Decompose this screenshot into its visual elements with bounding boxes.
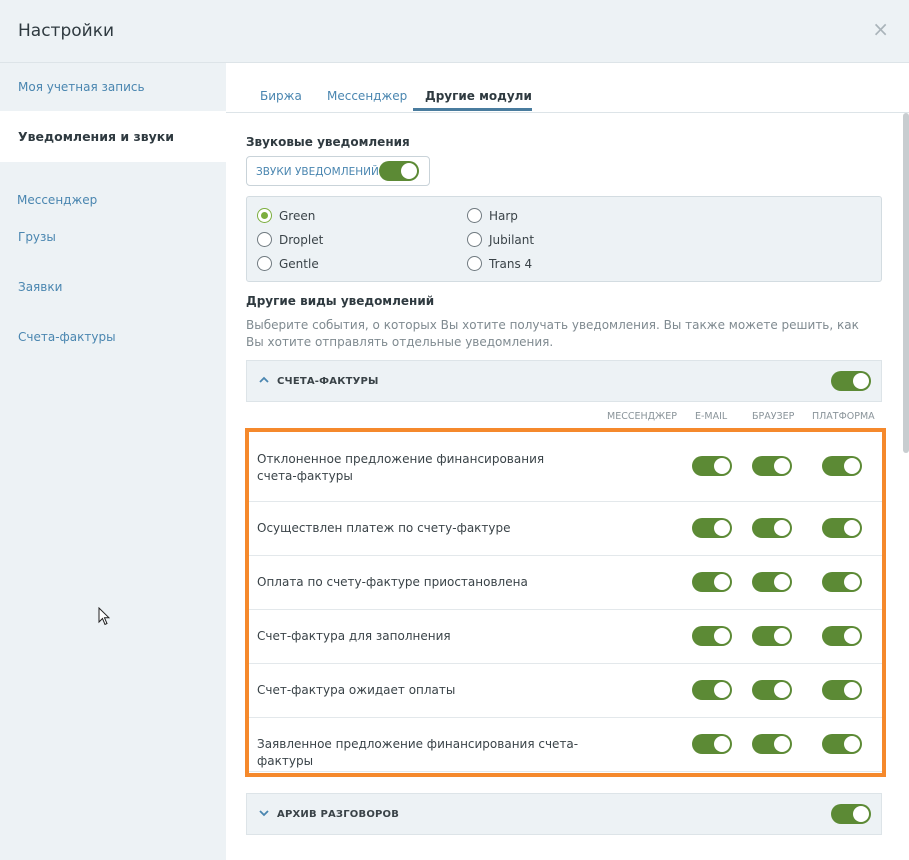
table-row: Счет-фактура для заполнения [249,610,882,664]
table-row: Отклоненное предложение финансирования с… [249,432,882,502]
radio-trans4[interactable] [467,256,482,271]
invoices-group-title: СЧЕТА-ФАКТУРЫ [277,376,379,387]
platform-toggle[interactable] [822,734,862,754]
row-label: Отклоненное предложение финансирования с… [257,452,545,483]
sidebar-item-messenger[interactable]: Мессенджер [0,193,226,207]
other-section-title: Другие виды уведомлений [246,294,435,308]
archive-group-header[interactable]: АРХИВ РАЗГОВОРОВ [246,793,882,835]
other-section-description: Выберите события, о которых Вы хотите по… [246,318,859,349]
sidebar-item-requests[interactable]: Заявки [0,280,226,294]
invoices-group-header[interactable]: СЧЕТА-ФАКТУРЫ [246,360,882,402]
table-row: Заявленное предложение финансирования сч… [249,718,882,772]
platform-toggle[interactable] [822,626,862,646]
table-row: Счет-фактура ожидает оплаты [249,664,882,718]
active-tab-indicator [413,108,532,111]
tab-exchange[interactable]: Биржа [260,89,302,103]
radio-droplet[interactable] [257,232,272,247]
sidebar: Моя учетная запись Уведомления и звуки М… [0,63,226,860]
sound-section-title: Звуковые уведомления [246,135,410,149]
row-label: Заявленное предложение финансирования сч… [257,737,579,768]
email-toggle[interactable] [692,518,732,538]
email-toggle[interactable] [692,456,732,476]
tab-bar: Биржа Мессенджер Другие модули [226,63,909,113]
browser-toggle[interactable] [752,626,792,646]
radio-green[interactable] [257,208,272,223]
archive-group-title: АРХИВ РАЗГОВОРОВ [277,809,400,820]
sound-toggle-label: ЗВУКИ УВЕДОМЛЕНИЙ [256,166,379,178]
radio-gentle[interactable] [257,256,272,271]
column-header-platform: ПЛАТФОРМА [812,411,875,422]
email-toggle[interactable] [692,734,732,754]
browser-toggle[interactable] [752,456,792,476]
archive-group-toggle[interactable] [831,804,871,824]
email-toggle[interactable] [692,572,732,592]
close-icon[interactable]: × [872,19,889,39]
row-label: Счет-фактура ожидает оплаты [257,683,456,697]
sound-toggle-box: ЗВУКИ УВЕДОМЛЕНИЙ [246,156,430,186]
scrollbar[interactable] [903,113,909,453]
radio-harp[interactable] [467,208,482,223]
column-header-messenger: МЕССЕНДЖЕР [607,411,677,422]
row-label: Оплата по счету-фактуре приостановлена [257,575,528,589]
platform-toggle[interactable] [822,456,862,476]
tab-other-modules[interactable]: Другие модули [425,89,532,103]
main-panel: Биржа Мессенджер Другие модули Звуковые … [226,63,909,860]
radio-jubilant[interactable] [467,232,482,247]
table-row: Оплата по счету-фактуре приостановлена [249,556,882,610]
chevron-down-icon [259,806,269,820]
sidebar-item-notifications[interactable]: Уведомления и звуки [0,111,226,162]
sound-options-panel: Green Droplet Gentle Harp Jubilant Trans… [246,196,882,282]
platform-toggle[interactable] [822,518,862,538]
radio-label-droplet: Droplet [279,233,324,247]
dialog-header: Настройки × [0,0,909,63]
radio-label-harp: Harp [489,209,518,223]
radio-label-trans4: Trans 4 [489,257,533,271]
browser-toggle[interactable] [752,734,792,754]
radio-label-jubilant: Jubilant [489,233,535,247]
browser-toggle[interactable] [752,572,792,592]
invoices-group-toggle[interactable] [831,371,871,391]
column-header-email: E-MAIL [695,411,728,422]
row-label: Счет-фактура для заполнения [257,629,451,643]
radio-label-green: Green [279,209,316,223]
sidebar-item-cargo[interactable]: Грузы [0,230,226,244]
dialog-title: Настройки [18,21,115,41]
table-row: Осуществлен платеж по счету-фактуре [249,502,882,556]
column-header-browser: БРАУЗЕР [752,411,795,422]
browser-toggle[interactable] [752,518,792,538]
invoice-notifications-list: Отклоненное предложение финансирования с… [245,428,886,777]
chevron-up-icon [259,373,269,387]
platform-toggle[interactable] [822,572,862,592]
row-label: Осуществлен платеж по счету-фактуре [257,521,511,535]
sound-toggle[interactable] [379,161,419,181]
browser-toggle[interactable] [752,680,792,700]
radio-label-gentle: Gentle [279,257,319,271]
sidebar-item-account[interactable]: Моя учетная запись [0,80,226,94]
sidebar-item-invoices[interactable]: Счета-фактуры [0,330,226,344]
email-toggle[interactable] [692,626,732,646]
mouse-cursor-icon [98,607,110,626]
email-toggle[interactable] [692,680,732,700]
tab-messenger[interactable]: Мессенджер [327,89,407,103]
platform-toggle[interactable] [822,680,862,700]
